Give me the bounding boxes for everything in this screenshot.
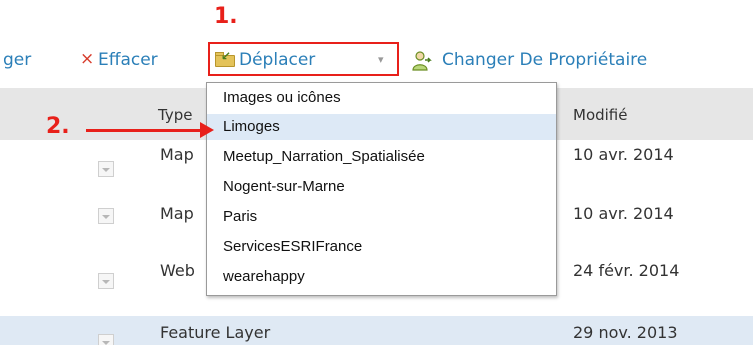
item-type: Web (160, 261, 195, 280)
item-modified: 10 avr. 2014 (573, 204, 674, 223)
menu-item-highlighted[interactable]: Limoges (207, 114, 556, 140)
item-modified: 10 avr. 2014 (573, 145, 674, 164)
folder-move-icon: ↙ (215, 49, 235, 67)
chevron-down-icon[interactable] (98, 334, 114, 345)
menu-item[interactable]: Paris (207, 204, 556, 230)
menu-item[interactable]: Nogent-sur-Marne (207, 174, 556, 200)
annotation-arrow (86, 129, 204, 132)
annotation-step-1: 1. (214, 4, 238, 29)
move-folder-dropdown: Images ou icônes Limoges Meetup_Narratio… (206, 82, 557, 296)
move-button[interactable]: ↙ Déplacer ▾ (208, 42, 399, 76)
chevron-down-icon[interactable] (98, 161, 114, 177)
menu-item[interactable]: Meetup_Narration_Spatialisée (207, 144, 556, 170)
chevron-down-icon: ▾ (378, 53, 384, 66)
delete-icon[interactable]: × (80, 49, 94, 69)
chevron-down-icon[interactable] (98, 273, 114, 289)
annotation-arrow-head (200, 122, 214, 138)
table-row[interactable]: Feature Layer 29 nov. 2013 (0, 316, 753, 345)
annotation-step-2: 2. (46, 114, 70, 139)
change-owner-button[interactable]: Changer De Propriétaire (442, 50, 647, 70)
column-header-modified[interactable]: Modifié (573, 106, 628, 124)
move-button-label: Déplacer (239, 50, 316, 70)
menu-item[interactable]: Images ou icônes (207, 85, 556, 111)
toolbar: ger × Effacer ↙ Déplacer ▾ Changer De Pr… (0, 42, 753, 82)
menu-item[interactable]: ServicesESRIFrance (207, 234, 556, 260)
partial-toolbar-action[interactable]: ger (3, 50, 31, 70)
chevron-down-icon[interactable] (98, 208, 114, 224)
item-type: Map (160, 204, 194, 223)
delete-button[interactable]: Effacer (98, 50, 158, 70)
menu-item[interactable]: wearehappy (207, 264, 556, 290)
change-owner-icon[interactable] (411, 50, 433, 72)
column-header-type[interactable]: Type (158, 106, 192, 124)
item-type: Feature Layer (160, 323, 271, 342)
item-modified: 29 nov. 2013 (573, 323, 678, 342)
item-modified: 24 févr. 2014 (573, 261, 680, 280)
item-type: Map (160, 145, 194, 164)
